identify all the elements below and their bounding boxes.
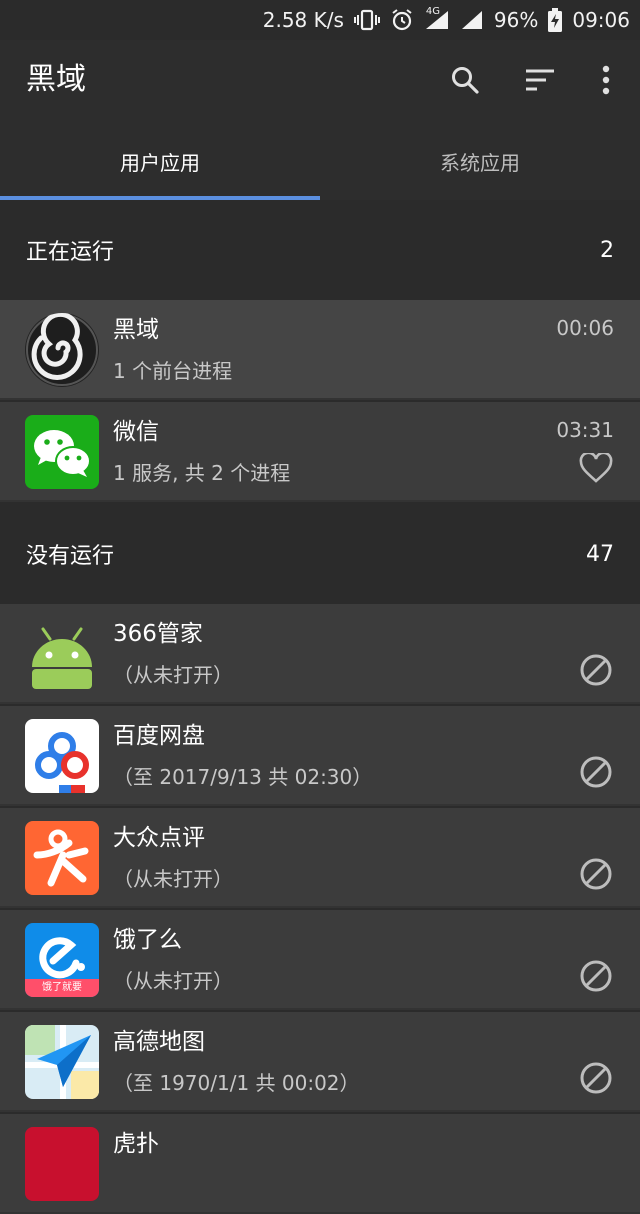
running-section-header: 正在运行 2 xyxy=(0,200,640,300)
app-detail: 1 个前台进程 xyxy=(113,359,233,383)
wechat-icon xyxy=(25,415,99,489)
heart-icon xyxy=(579,453,613,483)
app-row-brevent[interactable]: 黑域 1 个前台进程 00:06 xyxy=(0,300,640,400)
eleme-icon: 饿了就要 xyxy=(25,923,99,997)
app-name: 饿了么 xyxy=(113,927,182,953)
app-row-amap[interactable]: 高德地图 （至 1970/1/1 共 00:02） xyxy=(0,1012,640,1112)
search-icon xyxy=(452,67,479,94)
block-icon xyxy=(580,654,612,686)
favorite-button[interactable] xyxy=(578,450,614,486)
tab-user-apps[interactable]: 用户应用 xyxy=(0,122,320,200)
battery-percent: 96% xyxy=(493,8,539,32)
app-detail: 1 服务, 共 2 个进程 xyxy=(113,461,291,485)
block-icon xyxy=(580,960,612,992)
app-name: 黑域 xyxy=(113,317,159,343)
block-icon xyxy=(580,1062,612,1094)
app-detail: （从未打开） xyxy=(113,867,233,891)
more-vert-icon xyxy=(602,65,610,95)
app-name: 百度网盘 xyxy=(113,723,205,749)
block-button[interactable] xyxy=(578,1060,614,1096)
signal-4g-icon: 4G xyxy=(424,6,450,31)
app-name: 大众点评 xyxy=(113,825,205,851)
app-bar: 黑域 xyxy=(0,40,640,122)
block-button[interactable] xyxy=(578,754,614,790)
sort-button[interactable] xyxy=(520,60,560,100)
app-name: 微信 xyxy=(113,419,159,445)
app-row-eleme[interactable]: 饿了就要 饿了么 （从未打开） xyxy=(0,910,640,1010)
network-speed: 2.58 K/s xyxy=(262,8,344,32)
block-button[interactable] xyxy=(578,958,614,994)
baidu-netdisk-icon xyxy=(25,719,99,793)
app-detail: （至 2017/9/13 共 02:30） xyxy=(113,765,373,789)
android-icon xyxy=(25,617,99,691)
search-button[interactable] xyxy=(445,60,485,100)
status-bar: 2.58 K/s 4G 96% 09:06 xyxy=(0,0,640,40)
battery-charging-icon xyxy=(548,8,563,32)
section-title: 没有运行 xyxy=(26,544,115,569)
tab-bar: 用户应用 系统应用 xyxy=(0,122,640,200)
section-count: 47 xyxy=(586,541,614,567)
tab-system-apps[interactable]: 系统应用 xyxy=(320,122,640,200)
brevent-icon xyxy=(25,313,99,387)
app-detail: （从未打开） xyxy=(113,663,233,687)
block-icon xyxy=(580,756,612,788)
clock: 09:06 xyxy=(572,8,630,32)
app-row-hupu[interactable]: 虎扑 xyxy=(0,1114,640,1214)
app-detail: （至 1970/1/1 共 00:02） xyxy=(113,1071,360,1095)
alarm-icon xyxy=(390,8,414,32)
hupu-icon xyxy=(25,1127,99,1201)
block-button[interactable] xyxy=(578,652,614,688)
app-row-wechat[interactable]: 微信 1 服务, 共 2 个进程 03:31 xyxy=(0,402,640,502)
signal-icon xyxy=(460,9,484,31)
app-title: 黑域 xyxy=(26,62,86,97)
app-name: 366管家 xyxy=(113,621,203,647)
app-name: 高德地图 xyxy=(113,1029,205,1055)
section-count: 2 xyxy=(600,237,614,263)
network-type-label: 4G xyxy=(425,6,441,17)
app-row-dianping[interactable]: 大众点评 （从未打开） xyxy=(0,808,640,908)
app-time: 03:31 xyxy=(556,418,614,442)
section-title: 正在运行 xyxy=(26,240,115,265)
eleme-icon-caption: 饿了就要 xyxy=(42,982,82,993)
app-row-baidu-netdisk[interactable]: 百度网盘 （至 2017/9/13 共 02:30） xyxy=(0,706,640,806)
app-detail: （从未打开） xyxy=(113,969,233,993)
dianping-icon xyxy=(25,821,99,895)
app-time: 00:06 xyxy=(556,316,614,340)
not-running-section-header: 没有运行 47 xyxy=(0,504,640,604)
sort-icon xyxy=(526,69,554,91)
app-row-366[interactable]: 366管家 （从未打开） xyxy=(0,604,640,704)
more-options-button[interactable] xyxy=(586,60,626,100)
block-icon xyxy=(580,858,612,890)
app-name: 虎扑 xyxy=(113,1131,159,1157)
vibrate-icon xyxy=(353,9,380,31)
block-button[interactable] xyxy=(578,856,614,892)
amap-icon xyxy=(25,1025,99,1099)
